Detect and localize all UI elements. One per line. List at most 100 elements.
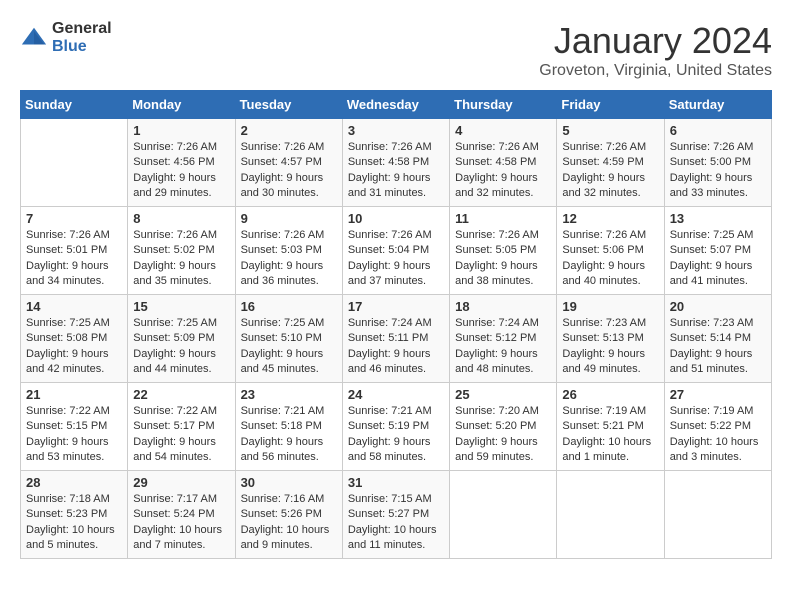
weekday-header-sunday: Sunday bbox=[21, 91, 128, 119]
calendar-header-row: SundayMondayTuesdayWednesdayThursdayFrid… bbox=[21, 91, 772, 119]
calendar-cell: 6 Sunrise: 7:26 AM Sunset: 5:00 PM Daylig… bbox=[664, 119, 771, 207]
calendar-cell: 29 Sunrise: 7:17 AM Sunset: 5:24 PM Dayli… bbox=[128, 471, 235, 559]
day-info: Sunrise: 7:15 AM Sunset: 5:27 PM Dayligh… bbox=[348, 492, 444, 554]
day-info: Sunrise: 7:22 AM Sunset: 5:17 PM Dayligh… bbox=[133, 404, 229, 466]
day-info: Sunrise: 7:25 AM Sunset: 5:08 PM Dayligh… bbox=[26, 316, 122, 378]
day-info: Sunrise: 7:26 AM Sunset: 5:04 PM Dayligh… bbox=[348, 228, 444, 290]
calendar-cell: 13 Sunrise: 7:25 AM Sunset: 5:07 PM Dayli… bbox=[664, 207, 771, 295]
weekday-header-wednesday: Wednesday bbox=[342, 91, 449, 119]
day-info: Sunrise: 7:26 AM Sunset: 4:56 PM Dayligh… bbox=[133, 140, 229, 202]
day-number: 17 bbox=[348, 299, 444, 314]
calendar-cell bbox=[450, 471, 557, 559]
calendar-cell: 28Sunrise: 7:18 AM Sunset: 5:23 PM Dayli… bbox=[21, 471, 128, 559]
day-info: Sunrise: 7:26 AM Sunset: 4:57 PM Dayligh… bbox=[241, 140, 337, 202]
day-info: Sunrise: 7:24 AM Sunset: 5:12 PM Dayligh… bbox=[455, 316, 551, 378]
calendar-cell bbox=[664, 471, 771, 559]
day-number: 25 bbox=[455, 387, 551, 402]
day-info: Sunrise: 7:16 AM Sunset: 5:26 PM Dayligh… bbox=[241, 492, 337, 554]
weekday-header-saturday: Saturday bbox=[664, 91, 771, 119]
calendar-cell: 19 Sunrise: 7:23 AM Sunset: 5:13 PM Dayli… bbox=[557, 295, 664, 383]
day-info: Sunrise: 7:26 AM Sunset: 5:06 PM Dayligh… bbox=[562, 228, 658, 290]
weekday-header-tuesday: Tuesday bbox=[235, 91, 342, 119]
day-number: 11 bbox=[455, 211, 551, 226]
day-info: Sunrise: 7:26 AM Sunset: 5:00 PM Dayligh… bbox=[670, 140, 766, 202]
day-number: 20 bbox=[670, 299, 766, 314]
day-number: 7 bbox=[26, 211, 122, 226]
day-number: 4 bbox=[455, 123, 551, 138]
day-number: 12 bbox=[562, 211, 658, 226]
day-info: Sunrise: 7:19 AM Sunset: 5:22 PM Dayligh… bbox=[670, 404, 766, 466]
day-number: 22 bbox=[133, 387, 229, 402]
day-info: Sunrise: 7:26 AM Sunset: 5:02 PM Dayligh… bbox=[133, 228, 229, 290]
calendar-cell: 9Sunrise: 7:26 AM Sunset: 5:03 PM Daylig… bbox=[235, 207, 342, 295]
calendar-cell: 2Sunrise: 7:26 AM Sunset: 4:57 PM Daylig… bbox=[235, 119, 342, 207]
calendar-cell: 23 Sunrise: 7:21 AM Sunset: 5:18 PM Dayli… bbox=[235, 383, 342, 471]
logo: General Blue bbox=[20, 20, 112, 55]
day-info: Sunrise: 7:23 AM Sunset: 5:13 PM Dayligh… bbox=[562, 316, 658, 378]
calendar-cell: 31 Sunrise: 7:15 AM Sunset: 5:27 PM Dayli… bbox=[342, 471, 449, 559]
day-number: 1 bbox=[133, 123, 229, 138]
month-title: January 2024 bbox=[539, 20, 772, 62]
calendar-week-row: 28Sunrise: 7:18 AM Sunset: 5:23 PM Dayli… bbox=[21, 471, 772, 559]
calendar-cell: 25 Sunrise: 7:20 AM Sunset: 5:20 PM Dayli… bbox=[450, 383, 557, 471]
title-section: January 2024 Groveton, Virginia, United … bbox=[539, 20, 772, 80]
day-number: 27 bbox=[670, 387, 766, 402]
logo-general-text: General bbox=[52, 20, 112, 38]
day-number: 13 bbox=[670, 211, 766, 226]
calendar-cell: 4Sunrise: 7:26 AM Sunset: 4:58 PM Daylig… bbox=[450, 119, 557, 207]
day-number: 19 bbox=[562, 299, 658, 314]
page-header: General Blue January 2024 Groveton, Virg… bbox=[20, 20, 772, 80]
calendar-cell: 24Sunrise: 7:21 AM Sunset: 5:19 PM Dayli… bbox=[342, 383, 449, 471]
calendar-week-row: 14Sunrise: 7:25 AM Sunset: 5:08 PM Dayli… bbox=[21, 295, 772, 383]
day-info: Sunrise: 7:23 AM Sunset: 5:14 PM Dayligh… bbox=[670, 316, 766, 378]
calendar-cell: 8 Sunrise: 7:26 AM Sunset: 5:02 PM Daylig… bbox=[128, 207, 235, 295]
day-info: Sunrise: 7:17 AM Sunset: 5:24 PM Dayligh… bbox=[133, 492, 229, 554]
calendar-cell: 16Sunrise: 7:25 AM Sunset: 5:10 PM Dayli… bbox=[235, 295, 342, 383]
calendar-cell: 17 Sunrise: 7:24 AM Sunset: 5:11 PM Dayli… bbox=[342, 295, 449, 383]
day-number: 8 bbox=[133, 211, 229, 226]
calendar-cell: 20 Sunrise: 7:23 AM Sunset: 5:14 PM Dayli… bbox=[664, 295, 771, 383]
day-info: Sunrise: 7:26 AM Sunset: 4:58 PM Dayligh… bbox=[348, 140, 444, 202]
day-number: 9 bbox=[241, 211, 337, 226]
location-title: Groveton, Virginia, United States bbox=[539, 62, 772, 80]
day-number: 24 bbox=[348, 387, 444, 402]
day-info: Sunrise: 7:22 AM Sunset: 5:15 PM Dayligh… bbox=[26, 404, 122, 466]
day-number: 30 bbox=[241, 475, 337, 490]
calendar-week-row: 21 Sunrise: 7:22 AM Sunset: 5:15 PM Dayli… bbox=[21, 383, 772, 471]
day-number: 28 bbox=[26, 475, 122, 490]
day-number: 29 bbox=[133, 475, 229, 490]
weekday-header-thursday: Thursday bbox=[450, 91, 557, 119]
calendar-cell: 22 Sunrise: 7:22 AM Sunset: 5:17 PM Dayli… bbox=[128, 383, 235, 471]
calendar-table: SundayMondayTuesdayWednesdayThursdayFrid… bbox=[20, 90, 772, 559]
calendar-cell: 1 Sunrise: 7:26 AM Sunset: 4:56 PM Daylig… bbox=[128, 119, 235, 207]
day-info: Sunrise: 7:24 AM Sunset: 5:11 PM Dayligh… bbox=[348, 316, 444, 378]
day-number: 6 bbox=[670, 123, 766, 138]
logo-icon bbox=[20, 24, 48, 52]
day-info: Sunrise: 7:20 AM Sunset: 5:20 PM Dayligh… bbox=[455, 404, 551, 466]
calendar-cell: 27 Sunrise: 7:19 AM Sunset: 5:22 PM Dayli… bbox=[664, 383, 771, 471]
calendar-cell: 21 Sunrise: 7:22 AM Sunset: 5:15 PM Dayli… bbox=[21, 383, 128, 471]
calendar-cell bbox=[557, 471, 664, 559]
day-info: Sunrise: 7:25 AM Sunset: 5:07 PM Dayligh… bbox=[670, 228, 766, 290]
day-info: Sunrise: 7:26 AM Sunset: 5:05 PM Dayligh… bbox=[455, 228, 551, 290]
day-info: Sunrise: 7:25 AM Sunset: 5:09 PM Dayligh… bbox=[133, 316, 229, 378]
calendar-cell bbox=[21, 119, 128, 207]
calendar-cell: 3 Sunrise: 7:26 AM Sunset: 4:58 PM Daylig… bbox=[342, 119, 449, 207]
day-number: 3 bbox=[348, 123, 444, 138]
calendar-week-row: 7 Sunrise: 7:26 AM Sunset: 5:01 PM Daylig… bbox=[21, 207, 772, 295]
day-number: 31 bbox=[348, 475, 444, 490]
calendar-cell: 14Sunrise: 7:25 AM Sunset: 5:08 PM Dayli… bbox=[21, 295, 128, 383]
calendar-cell: 5 Sunrise: 7:26 AM Sunset: 4:59 PM Daylig… bbox=[557, 119, 664, 207]
day-number: 21 bbox=[26, 387, 122, 402]
calendar-cell: 15 Sunrise: 7:25 AM Sunset: 5:09 PM Dayli… bbox=[128, 295, 235, 383]
day-number: 15 bbox=[133, 299, 229, 314]
day-info: Sunrise: 7:26 AM Sunset: 4:59 PM Dayligh… bbox=[562, 140, 658, 202]
day-info: Sunrise: 7:26 AM Sunset: 5:01 PM Dayligh… bbox=[26, 228, 122, 290]
day-info: Sunrise: 7:21 AM Sunset: 5:18 PM Dayligh… bbox=[241, 404, 337, 466]
weekday-header-friday: Friday bbox=[557, 91, 664, 119]
calendar-cell: 11 Sunrise: 7:26 AM Sunset: 5:05 PM Dayli… bbox=[450, 207, 557, 295]
day-number: 23 bbox=[241, 387, 337, 402]
day-number: 5 bbox=[562, 123, 658, 138]
day-info: Sunrise: 7:19 AM Sunset: 5:21 PM Dayligh… bbox=[562, 404, 658, 466]
day-number: 10 bbox=[348, 211, 444, 226]
